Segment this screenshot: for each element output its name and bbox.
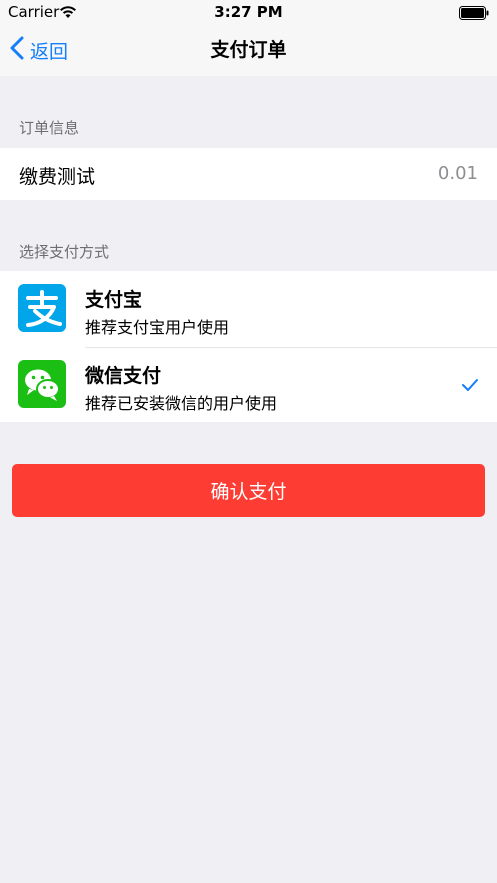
- status-bar: Carrier 3:27 PM: [0, 0, 497, 24]
- payment-option-alipay[interactable]: 支付宝 推荐支付宝用户使用: [0, 271, 497, 347]
- order-item-row: 缴费测试 0.01: [0, 148, 497, 200]
- payment-section-header: 选择支付方式: [19, 243, 110, 261]
- alipay-title: 支付宝: [85, 289, 143, 311]
- wechat-title: 微信支付: [85, 365, 162, 387]
- clock: 3:27 PM: [214, 3, 283, 21]
- battery-icon: [459, 5, 489, 24]
- order-section-header: 订单信息: [19, 119, 80, 137]
- payment-option-wechat[interactable]: 微信支付 推荐已安装微信的用户使用: [0, 347, 497, 423]
- wechat-description: 推荐已安装微信的用户使用: [85, 394, 278, 413]
- wechat-logo-icon: [18, 360, 66, 408]
- payment-method-list: 支付宝 推荐支付宝用户使用 微信支付 推荐已安装微信的用户使用: [0, 271, 497, 422]
- page-title: 支付订单: [210, 39, 287, 61]
- alipay-logo-icon: [18, 284, 66, 332]
- order-item-name: 缴费测试: [19, 166, 96, 188]
- confirm-payment-button[interactable]: 确认支付: [12, 464, 485, 517]
- order-amount: 0.01: [437, 163, 478, 184]
- navigation-bar: 返回 支付订单: [0, 24, 497, 76]
- alipay-description: 推荐支付宝用户使用: [85, 318, 230, 337]
- checkmark-icon: [461, 377, 479, 396]
